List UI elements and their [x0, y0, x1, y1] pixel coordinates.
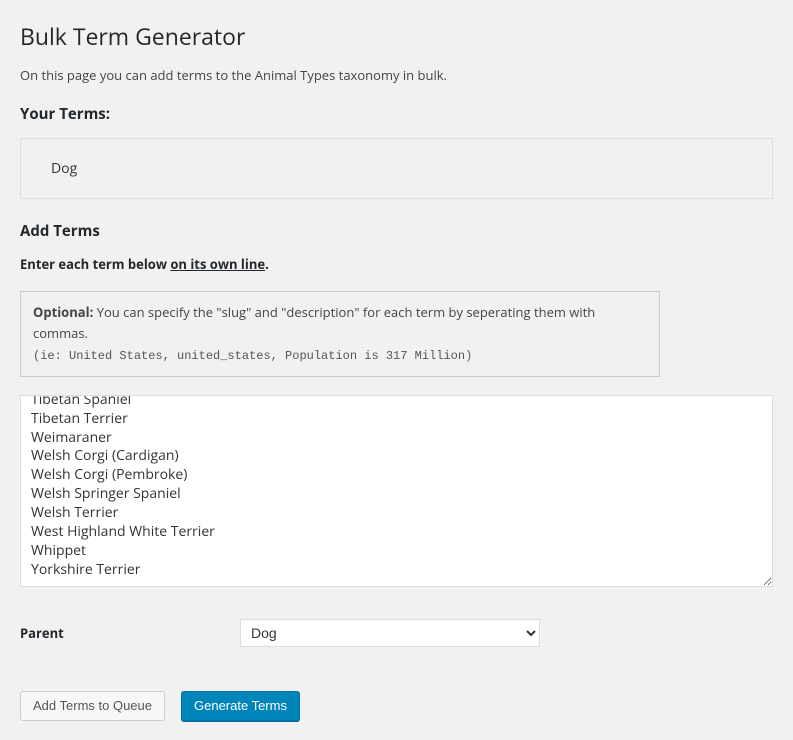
your-terms-heading: Your Terms:	[20, 104, 773, 124]
button-row: Add Terms to Queue Generate Terms	[20, 691, 773, 721]
instruction-prefix: Enter each term below	[20, 255, 170, 273]
page-title: Bulk Term Generator	[20, 20, 773, 52]
optional-label: Optional:	[33, 303, 93, 321]
term-item: Dog	[51, 159, 742, 178]
generate-terms-button[interactable]: Generate Terms	[181, 691, 300, 721]
optional-hint-box: Optional: You can specify the "slug" and…	[20, 291, 660, 377]
parent-label: Parent	[20, 624, 240, 642]
optional-text: You can specify the "slug" and "descript…	[33, 303, 595, 342]
add-terms-instruction: Enter each term below on its own line.	[20, 255, 773, 273]
page-description: On this page you can add terms to the An…	[20, 66, 773, 84]
instruction-suffix: .	[265, 255, 269, 273]
add-to-queue-button[interactable]: Add Terms to Queue	[20, 691, 165, 721]
parent-select[interactable]: Dog	[240, 619, 540, 647]
parent-row: Parent Dog	[20, 619, 773, 647]
terms-textarea[interactable]	[20, 395, 773, 587]
add-terms-heading: Add Terms	[20, 221, 773, 241]
optional-example: (ie: United States, united_states, Popul…	[33, 349, 472, 363]
your-terms-box: Dog	[20, 138, 773, 199]
instruction-underline: on its own line	[170, 255, 265, 273]
